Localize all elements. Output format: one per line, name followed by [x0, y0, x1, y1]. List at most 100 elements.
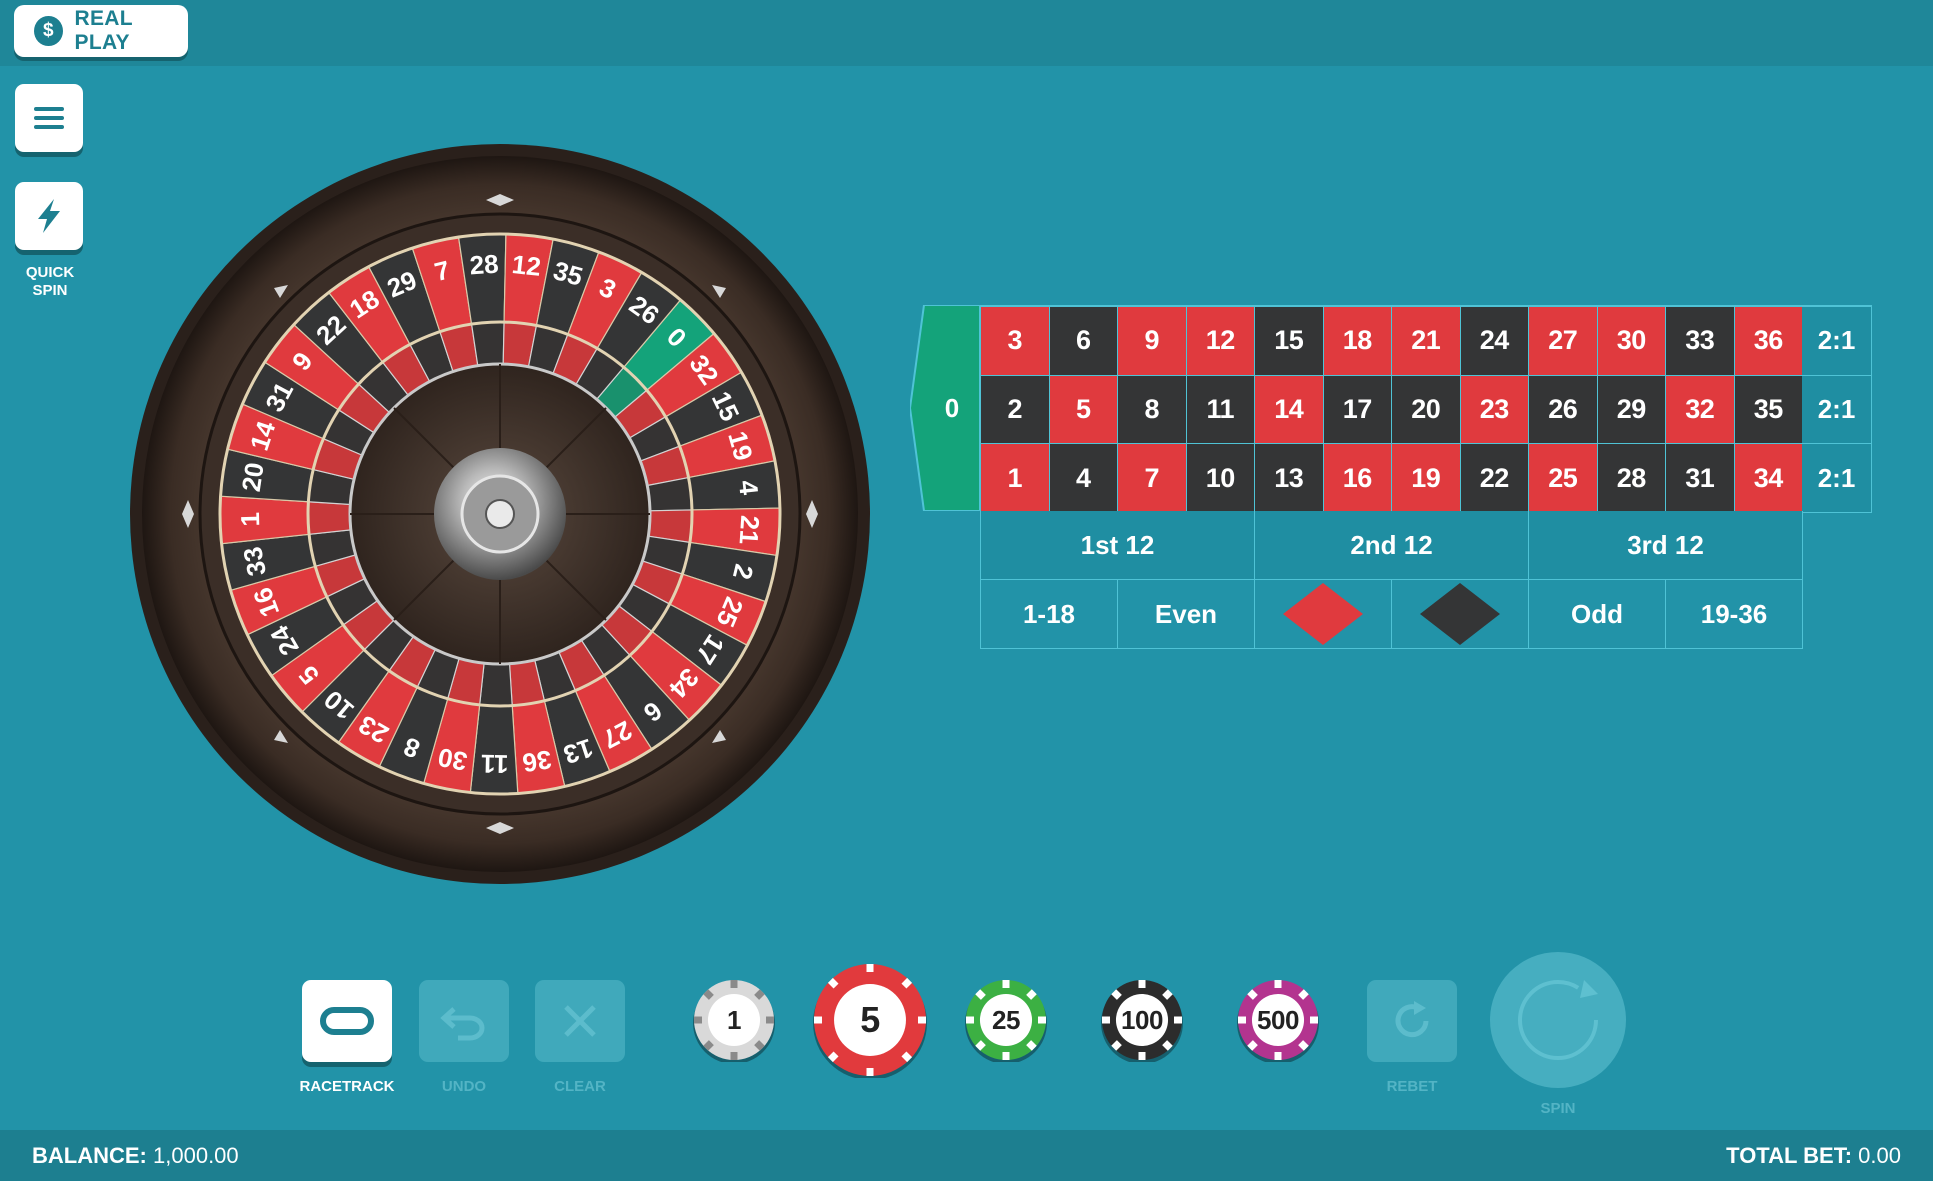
bet-third-dozen[interactable]: 3rd 12 [1529, 511, 1803, 580]
bet-number-cell[interactable]: 12 [1186, 307, 1255, 376]
bet-number-cell[interactable]: 20 [1392, 375, 1461, 445]
even-money-bets: 1-18 Even Odd 19-36 [980, 580, 1803, 649]
wheel-number: 21 [734, 515, 766, 546]
wheel-number: 11 [481, 749, 509, 780]
bet-number-cell[interactable]: 7 [1118, 444, 1187, 513]
spin-icon [1518, 980, 1598, 1060]
bet-number-cell[interactable]: 33 [1666, 307, 1735, 376]
total-bet: TOTAL BET: 0.00 [1726, 1143, 1901, 1169]
racetrack-icon [320, 1007, 374, 1035]
status-bar: BALANCE: 1,000.00 TOTAL BET: 0.00 [0, 1130, 1933, 1181]
bet-number-cell[interactable]: 18 [1323, 307, 1392, 376]
bet-number-cell[interactable]: 17 [1323, 375, 1392, 445]
real-play-button[interactable]: $ REAL PLAY [14, 5, 188, 57]
clear-button[interactable] [535, 980, 625, 1062]
undo-icon [440, 1007, 485, 1041]
wheel-number: 33 [237, 544, 272, 578]
bet-first-dozen[interactable]: 1st 12 [981, 511, 1255, 580]
bet-number-cell[interactable]: 26 [1529, 375, 1598, 445]
bet-number-cell[interactable]: 15 [1255, 307, 1324, 376]
chip-500[interactable]: 500 [1236, 978, 1320, 1064]
bet-number-cell[interactable]: 22 [1460, 444, 1529, 513]
bet-number-cell[interactable]: 13 [1255, 444, 1324, 513]
column-bet-top[interactable]: 2:1 [1802, 307, 1872, 376]
chip-value: 25 [992, 1004, 1020, 1035]
wheel-pocket-inner [307, 501, 352, 536]
racetrack-label: RACETRACK [299, 1078, 395, 1095]
bet-number-cell[interactable]: 6 [1049, 307, 1118, 376]
dozen-bets: 1st 12 2nd 12 3rd 12 [980, 511, 1803, 580]
bet-number-cell[interactable]: 9 [1118, 307, 1187, 376]
bet-second-dozen[interactable]: 2nd 12 [1255, 511, 1529, 580]
bet-low[interactable]: 1-18 [981, 580, 1118, 649]
column-bets: 2:1 2:1 2:1 [1802, 305, 1872, 513]
black-diamond-icon [1420, 583, 1500, 645]
menu-button[interactable] [15, 84, 83, 152]
chip-1[interactable]: 1 [692, 978, 776, 1064]
bet-number-cell[interactable]: 16 [1323, 444, 1392, 513]
bet-number-cell[interactable]: 28 [1597, 444, 1666, 513]
column-bet-middle[interactable]: 2:1 [1802, 375, 1872, 445]
bet-number-cell[interactable]: 24 [1460, 307, 1529, 376]
bet-number-cell[interactable]: 3 [981, 307, 1050, 376]
bet-number-cell[interactable]: 31 [1666, 444, 1735, 513]
chip-5[interactable]: 5 [812, 962, 928, 1080]
bet-number-cell[interactable]: 27 [1529, 307, 1598, 376]
hamburger-icon [34, 107, 64, 129]
bet-red[interactable] [1255, 580, 1392, 649]
bet-number-cell[interactable]: 21 [1392, 307, 1461, 376]
chip-value: 500 [1257, 1004, 1299, 1035]
bet-number-cell[interactable]: 34 [1734, 444, 1803, 513]
clear-label: CLEAR [554, 1078, 606, 1095]
racetrack-button[interactable] [302, 980, 392, 1062]
chip-value: 5 [860, 999, 880, 1040]
quick-spin-label: QUICK SPIN [25, 264, 75, 299]
undo-label: UNDO [441, 1078, 487, 1095]
bet-number-cell[interactable]: 35 [1734, 375, 1803, 445]
bet-number-cell[interactable]: 4 [1049, 444, 1118, 513]
bet-zero[interactable]: 0 [910, 305, 980, 511]
undo-button[interactable] [419, 980, 509, 1062]
bet-number-cell[interactable]: 1 [981, 444, 1050, 513]
roulette-wheel: 0321519421225173462713361130823105241633… [130, 144, 870, 884]
column-bet-bottom[interactable]: 2:1 [1802, 444, 1872, 513]
bet-number-cell[interactable]: 23 [1460, 375, 1529, 445]
wheel-number: 28 [469, 249, 500, 281]
rebet-label: REBET [1386, 1078, 1438, 1095]
bet-number-cell[interactable]: 25 [1529, 444, 1598, 513]
bet-number-cell[interactable]: 19 [1392, 444, 1461, 513]
rebet-icon [1395, 1001, 1429, 1038]
bet-number-cell[interactable]: 30 [1597, 307, 1666, 376]
red-diamond-icon [1283, 583, 1363, 645]
bet-even[interactable]: Even [1118, 580, 1255, 649]
spin-button[interactable] [1490, 952, 1626, 1088]
wheel-pocket-inner [470, 321, 505, 367]
bet-number-cell[interactable]: 29 [1597, 375, 1666, 445]
balance: BALANCE: 1,000.00 [32, 1143, 239, 1169]
real-play-label: REAL PLAY [74, 7, 133, 54]
wheel-number: 30 [435, 742, 469, 777]
chip-100[interactable]: 100 [1100, 978, 1184, 1064]
bet-number-cell[interactable]: 32 [1666, 375, 1735, 445]
balance-label: BALANCE: [32, 1142, 147, 1168]
number-grid: 3 6 9 12 15 18 21 24 27 30 33 36 2 5 8 11 14 17 20 23 26 29 32… [980, 305, 1803, 513]
quick-spin-button[interactable] [15, 182, 83, 250]
bet-number-cell[interactable]: 10 [1186, 444, 1255, 513]
chip-25[interactable]: 25 [964, 978, 1048, 1064]
top-bar [0, 0, 1933, 66]
bet-number-cell[interactable]: 8 [1118, 375, 1187, 445]
bet-number-cell[interactable]: 11 [1186, 375, 1255, 445]
lightning-icon [38, 199, 60, 233]
bet-number-cell[interactable]: 2 [981, 375, 1050, 445]
wheel-number: 1 [235, 512, 265, 527]
bet-number-cell[interactable]: 36 [1734, 307, 1803, 376]
bet-high[interactable]: 19-36 [1666, 580, 1803, 649]
bet-odd[interactable]: Odd [1529, 580, 1666, 649]
zero-label: 0 [944, 392, 960, 423]
bet-black[interactable] [1392, 580, 1529, 649]
dollar-icon: $ [34, 16, 63, 46]
bet-number-cell[interactable]: 14 [1255, 375, 1324, 445]
rebet-button[interactable] [1367, 980, 1457, 1062]
spin-label: SPIN [1540, 1100, 1576, 1117]
bet-number-cell[interactable]: 5 [1049, 375, 1118, 445]
